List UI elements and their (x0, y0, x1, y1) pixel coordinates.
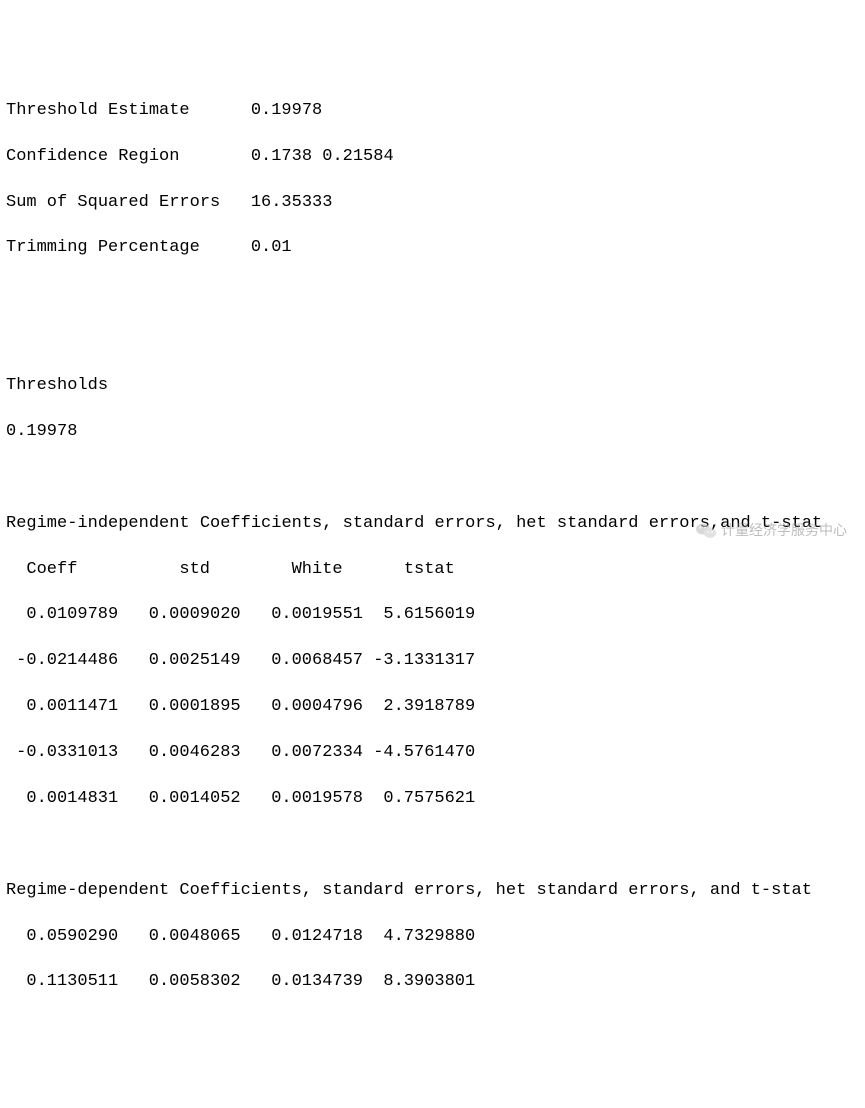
summary-line-threshold-estimate: Threshold Estimate0.19978 (6, 100, 859, 123)
threshold-estimate-value: 0.19978 (251, 100, 322, 123)
summary-line-trimming: Trimming Percentage0.01 (6, 237, 859, 260)
cell-white: 0.0068457 (241, 650, 363, 673)
blank-line (6, 467, 859, 490)
table-row: 0.05902900.00480650.0124718 4.7329880 (6, 926, 859, 949)
cell-tstat: 4.7329880 (363, 926, 475, 949)
confidence-region-label: Confidence Region (6, 146, 251, 169)
sse-label: Sum of Squared Errors (6, 192, 251, 215)
table-row: -0.02144860.00251490.0068457-3.1331317 (6, 650, 859, 673)
cell-coeff: -0.0214486 (6, 650, 118, 673)
cell-white: 0.0004796 (241, 696, 363, 719)
cell-white: 0.0019551 (241, 604, 363, 627)
col-header-tstat: tstat (363, 559, 475, 582)
cell-tstat: -4.5761470 (363, 742, 475, 765)
cell-tstat: 2.3918789 (363, 696, 475, 719)
confidence-region-value: 0.1738 0.21584 (251, 146, 394, 169)
thresholds-value: 0.19978 (6, 421, 859, 444)
threshold-estimate-label: Threshold Estimate (6, 100, 251, 123)
wechat-icon (695, 522, 717, 540)
blank-line (6, 283, 859, 306)
cell-std: 0.0058302 (118, 971, 240, 994)
trimming-value: 0.01 (251, 237, 292, 260)
summary-line-sse: Sum of Squared Errors16.35333 (6, 192, 859, 215)
blank-line (6, 834, 859, 857)
cell-std: 0.0009020 (118, 604, 240, 627)
table-row: 0.01097890.00090200.0019551 5.6156019 (6, 604, 859, 627)
summary-line-confidence-region: Confidence Region0.1738 0.21584 (6, 146, 859, 169)
cell-coeff: 0.1130511 (6, 971, 118, 994)
watermark-text: 计量经济学服务中心 (721, 521, 847, 540)
cell-white: 0.0124718 (241, 926, 363, 949)
col-header-std: std (118, 559, 240, 582)
col-header-coeff: Coeff (6, 559, 118, 582)
table-header-row: CoeffstdWhitetstat (6, 559, 859, 582)
col-header-white: White (241, 559, 363, 582)
cell-std: 0.0048065 (118, 926, 240, 949)
sse-value: 16.35333 (251, 192, 333, 215)
cell-white: 0.0019578 (241, 788, 363, 811)
trimming-label: Trimming Percentage (6, 237, 251, 260)
cell-tstat: -3.1331317 (363, 650, 475, 673)
cell-tstat: 0.7575621 (363, 788, 475, 811)
cell-coeff: 0.0109789 (6, 604, 118, 627)
table-row: 0.00148310.00140520.0019578 0.7575621 (6, 788, 859, 811)
table-row: -0.03310130.00462830.0072334-4.5761470 (6, 742, 859, 765)
cell-tstat: 5.6156019 (363, 604, 475, 627)
cell-tstat: 8.3903801 (363, 971, 475, 994)
regime-dependent-heading: Regime-dependent Coefficients, standard … (6, 880, 859, 903)
cell-coeff: 0.0014831 (6, 788, 118, 811)
table-row: 0.00114710.00018950.0004796 2.3918789 (6, 696, 859, 719)
cell-coeff: 0.0011471 (6, 696, 118, 719)
cell-white: 0.0134739 (241, 971, 363, 994)
cell-white: 0.0072334 (241, 742, 363, 765)
cell-std: 0.0014052 (118, 788, 240, 811)
cell-std: 0.0025149 (118, 650, 240, 673)
cell-coeff: -0.0331013 (6, 742, 118, 765)
cell-coeff: 0.0590290 (6, 926, 118, 949)
watermark: 计量经济学服务中心 (695, 521, 847, 540)
thresholds-heading: Thresholds (6, 375, 859, 398)
cell-std: 0.0001895 (118, 696, 240, 719)
table-row: 0.11305110.00583020.0134739 8.3903801 (6, 971, 859, 994)
blank-line (6, 329, 859, 352)
cell-std: 0.0046283 (118, 742, 240, 765)
